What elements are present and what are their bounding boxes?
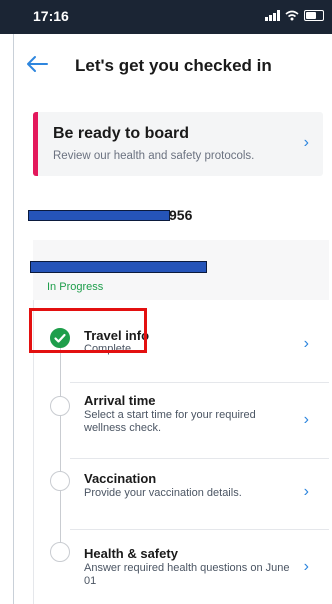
empty-circle-icon xyxy=(50,396,70,416)
chevron-right-icon: › xyxy=(303,558,309,575)
step-title: Vaccination xyxy=(84,471,157,486)
chevron-right-icon: › xyxy=(303,335,309,352)
chevron-right-icon: › xyxy=(303,134,309,151)
card-accent-bar xyxy=(33,112,38,176)
chevron-right-icon: › xyxy=(303,483,309,500)
booking-number-suffix: 956 xyxy=(169,207,193,223)
step-health-safety[interactable]: Health & safety Answer required health q… xyxy=(33,530,329,604)
step-description: Provide your vaccination details. xyxy=(84,487,242,499)
step-title: Health & safety xyxy=(84,546,178,561)
redacted-passenger-name xyxy=(30,261,207,273)
signal-icon xyxy=(265,10,280,21)
step-vaccination[interactable]: Vaccination Provide your vaccination det… xyxy=(33,459,329,529)
page-title: Let's get you checked in xyxy=(75,56,272,75)
status-bar: 17:16 xyxy=(0,0,332,34)
step-title: Arrival time xyxy=(84,393,156,408)
step-arrival-time[interactable]: Arrival time Select a start time for you… xyxy=(33,383,329,458)
status-icons xyxy=(265,10,324,21)
step-description: Answer required health questions on June… xyxy=(84,562,290,587)
board-card-subtitle: Review our health and safety protocols. xyxy=(53,150,255,162)
arrow-left-icon[interactable] xyxy=(26,55,48,78)
redacted-booking-number xyxy=(28,210,170,221)
status-time: 17:16 xyxy=(33,8,69,24)
board-card-title: Be ready to board xyxy=(53,125,190,142)
progress-status: In Progress xyxy=(47,281,104,293)
empty-circle-icon xyxy=(50,471,70,491)
chevron-right-icon: › xyxy=(303,411,309,428)
wifi-icon xyxy=(285,10,299,21)
battery-icon xyxy=(304,10,324,21)
annotation-highlight-box xyxy=(29,308,147,353)
step-description: Select a start time for your required we… xyxy=(84,409,256,434)
be-ready-to-board-card[interactable]: Be ready to board Review our health and … xyxy=(33,112,323,176)
empty-circle-icon xyxy=(50,542,70,562)
left-edge-rule xyxy=(13,34,14,604)
